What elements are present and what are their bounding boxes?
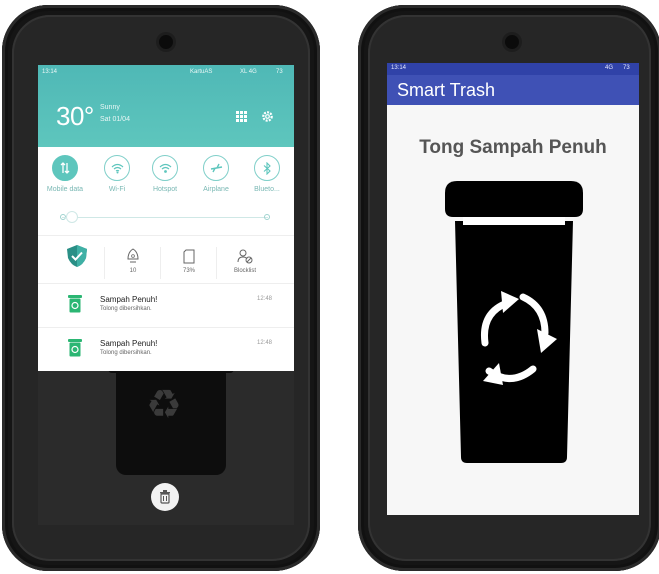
app-bar: Smart Trash: [387, 75, 639, 105]
trash-notification-icon: [68, 339, 82, 357]
notification-item[interactable]: Sampah Penuh! Tolong dibersihkan. 12:48: [38, 283, 294, 327]
right-phone-screen: 13:14 4G 73 Smart Trash Tong Sampah Penu…: [387, 63, 639, 515]
toggle-hotspot[interactable]: Hotspot: [142, 155, 188, 193]
status-network: 4G: [605, 65, 614, 71]
notification-body: Tolong dibersihkan.: [100, 350, 152, 356]
trash-notification-icon: [68, 295, 82, 313]
front-camera: [159, 35, 173, 49]
left-phone-screen: ♻ 13:14 KartuAS XL 4G 73 30° Sunny Sat 0…: [38, 65, 294, 525]
grid-icon[interactable]: [234, 109, 248, 123]
blocklist-icon: [220, 247, 270, 265]
status-carrier: KartuAS: [190, 69, 213, 75]
divider: [104, 247, 105, 279]
background-recycle-icon: ♻: [146, 383, 182, 427]
toggle-label: Airplane: [203, 186, 229, 193]
brightness-high-icon: [264, 214, 270, 220]
notification-title: Sampah Penuh!: [100, 295, 158, 304]
status-time: 13:14: [42, 69, 58, 75]
notification-bell-icon: [108, 247, 158, 265]
right-phone: 13:14 4G 73 Smart Trash Tong Sampah Penu…: [358, 5, 659, 571]
notification-title: Sampah Penuh!: [100, 339, 158, 348]
weather-temperature: 30°: [56, 101, 94, 131]
toggle-label: Mobile data: [46, 186, 84, 193]
notification-item[interactable]: Sampah Penuh! Tolong dibersihkan. 12:48: [38, 327, 294, 371]
airplane-icon: [203, 155, 229, 181]
shade-header: 13:14 KartuAS XL 4G 73 30° Sunny Sat 01/…: [38, 65, 294, 147]
toggle-mobile-data[interactable]: Mobile data: [42, 155, 88, 193]
front-camera: [505, 35, 519, 49]
storage-icon: [164, 247, 214, 265]
hotspot-icon: [152, 155, 178, 181]
app-title: Smart Trash: [397, 80, 496, 100]
divider: [216, 247, 217, 279]
weather-condition: Sunny: [100, 104, 120, 111]
status-battery: 73: [276, 69, 283, 75]
shield-icon: [52, 245, 102, 267]
stat-value: 10: [129, 268, 137, 274]
delete-fab-button[interactable]: [151, 483, 179, 511]
notifications-shortcut[interactable]: 10: [108, 247, 158, 274]
trash-icon: [160, 490, 170, 504]
toggle-label: Blueto...: [254, 186, 280, 193]
toggle-wifi[interactable]: Wi-Fi: [94, 155, 140, 193]
status-time: 13:14: [391, 65, 407, 71]
stat-value: Blocklist: [233, 268, 256, 274]
toggle-airplane[interactable]: Airplane: [193, 155, 239, 193]
data-arrows-icon: [52, 155, 78, 181]
weather-date: Sat 01/04: [100, 116, 130, 123]
gear-icon[interactable]: [260, 109, 274, 123]
status-network: XL 4G: [240, 69, 257, 75]
status-bar: 13:14 4G 73: [387, 63, 639, 75]
status-battery: 73: [623, 65, 630, 71]
recycle-trash-bin-icon: [445, 181, 583, 463]
toggle-label: Wi-Fi: [108, 186, 126, 193]
divider: [160, 247, 161, 279]
security-shortcut[interactable]: [52, 245, 102, 268]
left-phone: ♻ 13:14 KartuAS XL 4G 73 30° Sunny Sat 0…: [2, 5, 320, 571]
bluetooth-icon: [254, 155, 280, 181]
stat-value: 73%: [182, 268, 195, 274]
blocklist-shortcut[interactable]: Blocklist: [220, 247, 270, 274]
notification-body: Tolong dibersihkan.: [100, 306, 152, 312]
notification-shade: 13:14 KartuAS XL 4G 73 30° Sunny Sat 01/…: [38, 65, 294, 371]
storage-shortcut[interactable]: 73%: [164, 247, 214, 274]
status-heading: Tong Sampah Penuh: [419, 137, 607, 158]
notification-time: 12:48: [256, 296, 272, 302]
divider: [38, 235, 294, 236]
notification-time: 12:48: [256, 340, 272, 346]
toggle-label: Hotspot: [152, 186, 178, 193]
toggle-bluetooth[interactable]: Blueto...: [244, 155, 290, 193]
wifi-icon: [104, 155, 130, 181]
brightness-slider-knob[interactable]: [66, 211, 79, 223]
brightness-slider[interactable]: [62, 217, 268, 218]
